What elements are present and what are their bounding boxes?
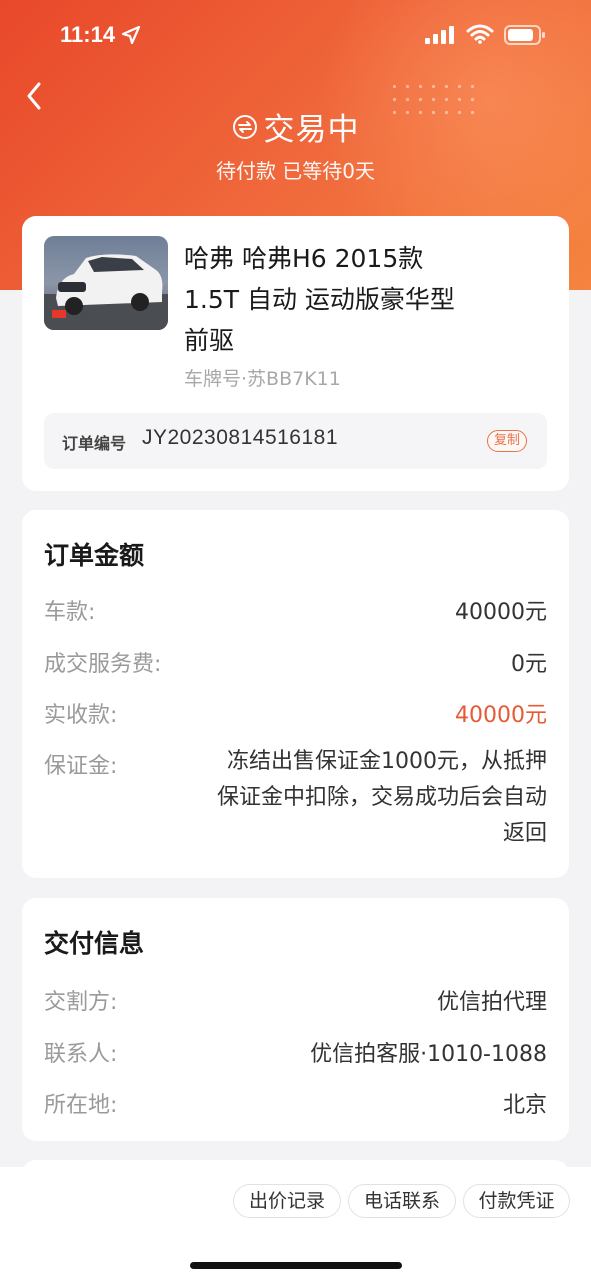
amount-label: 车款: (44, 600, 96, 625)
car-info-card[interactable]: 哈弗 哈弗H6 2015款 1.5T 自动 运动版豪华型前驱 车牌号·苏BB7K… (22, 216, 569, 491)
page-header: 交易中 待付款 已等待0天 (0, 104, 591, 184)
amount-label: 成交服务费: (44, 652, 162, 677)
cellular-signal-icon (425, 26, 454, 44)
car-photo-icon (44, 236, 168, 330)
call-button[interactable]: 电话联系 (348, 1184, 456, 1218)
delivery-label: 联系人: (44, 1042, 118, 1067)
status-time: 11:14 (60, 22, 116, 47)
delivery-section-title: 交付信息 (44, 929, 145, 958)
car-title: 哈弗 哈弗H6 2015款 1.5T 自动 运动版豪华型前驱 (184, 244, 455, 355)
order-amount-card: 订单金额 车款: 40000元 成交服务费: 0元 实收款: 40000元 保证… (22, 510, 569, 878)
page-subtitle: 待付款 已等待0天 (215, 159, 376, 183)
delivery-value: 北京 (502, 1093, 547, 1118)
payment-proof-button[interactable]: 付款凭证 (463, 1184, 570, 1218)
page-title: 交易中 (263, 112, 360, 148)
amount-value-highlight: 40000元 (455, 703, 547, 728)
delivery-label: 所在地: (44, 1093, 118, 1118)
order-number-box: 订单编号 JY20230814516181 复制 (44, 413, 547, 469)
amount-label: 保证金: (44, 754, 118, 779)
copy-button[interactable]: 复制 (487, 430, 528, 452)
delivery-info-card: 交付信息 交割方: 优信拍代理 联系人: 优信拍客服·1010-1088 所在地… (22, 898, 569, 1141)
exchange-status-icon (232, 114, 257, 139)
location-arrow-icon (121, 25, 141, 45)
amount-section-title: 订单金额 (44, 541, 145, 570)
order-number-value: JY20230814516181 (142, 426, 339, 449)
delivery-label: 交割方: (44, 990, 118, 1015)
delivery-value[interactable]: 优信拍客服·1010-1088 (310, 1036, 547, 1068)
car-thumbnail[interactable] (44, 236, 168, 330)
amount-value: 0元 (511, 652, 547, 677)
delivery-value: 优信拍代理 (436, 990, 547, 1015)
order-number-label: 订单编号 (62, 434, 127, 453)
license-plate: 车牌号·苏BB7K11 (184, 368, 341, 390)
status-bar: 11:14 (0, 0, 591, 70)
deposit-description: 冻结出售保证金1000元，从抵押保证金中扣除，交易成功后会自动返回 (217, 749, 548, 846)
bottom-action-bar: 出价记录 电话联系 付款凭证 (0, 1167, 591, 1280)
bid-history-button[interactable]: 出价记录 (233, 1184, 341, 1218)
amount-label: 实收款: (44, 703, 118, 728)
battery-icon (504, 25, 545, 45)
home-indicator (190, 1262, 402, 1269)
wifi-icon (466, 24, 494, 44)
amount-value: 40000元 (455, 600, 547, 625)
